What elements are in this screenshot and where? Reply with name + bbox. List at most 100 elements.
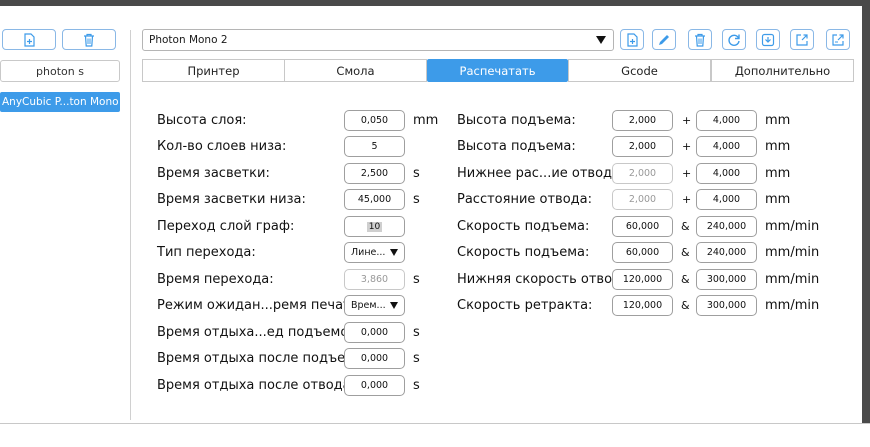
field-label: Время отдыха после подъема:: [157, 351, 368, 366]
tab-print[interactable]: Распечатать: [427, 59, 568, 82]
unit-label: mm: [765, 166, 791, 181]
profile-select[interactable]: Photon Mono 2: [142, 29, 614, 51]
lift-height-b2-input[interactable]: 4,000: [696, 136, 757, 157]
unit-label: mm/min: [765, 219, 820, 234]
tab-resin[interactable]: Смола: [284, 59, 427, 82]
ampersand-sign: &: [681, 220, 690, 233]
lift-speed-b-input[interactable]: 60,000: [612, 242, 673, 263]
edit-profile-button[interactable]: [652, 29, 676, 50]
field-label: Скорость ретракта:: [457, 298, 593, 313]
field-label: Время отдыха...ед подъемом:: [157, 325, 363, 340]
chevron-down-icon: [390, 302, 398, 309]
chevron-down-icon: [596, 36, 606, 44]
field-label: Нижнее рас...ие отвода:: [457, 166, 625, 181]
preset-name-field[interactable]: photon s: [0, 60, 120, 82]
transition-time-input[interactable]: 3,860: [344, 269, 405, 290]
lift-height-input[interactable]: 2,000: [612, 110, 673, 131]
tab-gcode[interactable]: Gcode: [568, 59, 711, 82]
import-icon: [761, 33, 775, 46]
bottom-retract-speed-input[interactable]: 120,000: [612, 269, 673, 290]
export-button[interactable]: [790, 29, 814, 50]
lift-height-b-input[interactable]: 2,000: [612, 136, 673, 157]
import-button[interactable]: [756, 29, 780, 50]
trash-icon: [84, 33, 94, 47]
exposure-time-input[interactable]: 2,500: [344, 163, 405, 184]
field-label: Высота подъема:: [457, 113, 576, 128]
lift-height-2-input[interactable]: 4,000: [696, 110, 757, 131]
window-frame-right: [862, 0, 870, 447]
ampersand-sign: &: [681, 246, 690, 259]
transition-layers-value: 10: [366, 221, 383, 232]
field-label: Скорость подъема:: [457, 245, 590, 260]
unit-label: s: [413, 378, 420, 393]
retract-speed-2-input[interactable]: 300,000: [696, 295, 757, 316]
rest-after-lift-input[interactable]: 0,000: [344, 348, 405, 369]
transition-type-select[interactable]: Лине...: [344, 242, 405, 263]
bottom-layers-input[interactable]: 5: [344, 136, 405, 157]
unit-label: mm: [765, 139, 791, 154]
field-label: Высота подъема:: [457, 139, 576, 154]
delete-preset-button[interactable]: [62, 29, 116, 50]
lift-speed-b2-input[interactable]: 240,000: [696, 242, 757, 263]
ampersand-sign: &: [681, 299, 690, 312]
rest-after-retract-input[interactable]: 0,000: [344, 375, 405, 396]
tab-advanced[interactable]: Дополнительно: [711, 59, 854, 82]
unit-label: s: [413, 325, 420, 340]
sidebar-divider: [130, 30, 131, 420]
transition-type-value: Лине...: [351, 247, 386, 258]
settings-tabs: Принтер Смола Распечатать Gcode Дополнит…: [142, 59, 854, 82]
lift-speed-2-input[interactable]: 240,000: [696, 216, 757, 237]
layer-height-input[interactable]: 0,050: [344, 110, 405, 131]
field-label: Время отдыха после отвода:: [157, 378, 356, 393]
refresh-icon: [728, 34, 740, 46]
unit-label: s: [413, 272, 420, 287]
lift-speed-input[interactable]: 60,000: [612, 216, 673, 237]
field-label: Нижняя скорость отвода:: [457, 272, 634, 287]
bottom-retract-input[interactable]: 2,000: [612, 163, 673, 184]
bottom-retract-speed-2-input[interactable]: 300,000: [696, 269, 757, 290]
refresh-button[interactable]: [722, 29, 746, 50]
unit-label: mm/min: [765, 272, 820, 287]
file-plus-icon: [627, 32, 638, 47]
field-label: Скорость подъема:: [457, 219, 590, 234]
delete-profile-button[interactable]: [688, 29, 712, 50]
plus-sign: +: [682, 167, 692, 180]
rest-before-lift-input[interactable]: 0,000: [344, 322, 405, 343]
unit-label: s: [413, 351, 420, 366]
field-label: Переход слой граф:: [157, 219, 295, 234]
plus-sign: +: [682, 193, 692, 206]
export-icon: [796, 33, 808, 46]
bottom-retract-2-input[interactable]: 4,000: [696, 163, 757, 184]
profile-select-value: Photon Mono 2: [149, 34, 228, 46]
printer-list-item[interactable]: AnyCubic P...ton Mono 2: [0, 92, 120, 112]
retract-speed-input[interactable]: 120,000: [612, 295, 673, 316]
field-label: Время перехода:: [157, 272, 274, 287]
chevron-down-icon: [390, 249, 398, 256]
unit-label: mm/min: [765, 298, 820, 313]
tab-printer[interactable]: Принтер: [142, 59, 285, 82]
window-frame-top: [0, 0, 870, 6]
transition-layers-input[interactable]: 10: [344, 216, 405, 237]
add-preset-button[interactable]: [2, 29, 56, 50]
plus-sign: +: [682, 140, 692, 153]
window-frame-bottom: [0, 423, 870, 447]
field-label: Время засветки низа:: [157, 192, 306, 207]
export-all-button[interactable]: [826, 29, 850, 50]
field-label: Расстояние отвода:: [457, 192, 593, 207]
field-label: Высота слоя:: [157, 113, 247, 128]
ampersand-sign: &: [681, 273, 690, 286]
export-alt-icon: [832, 33, 844, 46]
unit-label: mm/min: [765, 245, 820, 260]
pencil-icon: [659, 34, 669, 45]
unit-label: s: [413, 192, 420, 207]
retract-distance-2-input[interactable]: 4,000: [696, 189, 757, 210]
new-profile-button[interactable]: [620, 29, 644, 50]
unit-label: s: [413, 166, 420, 181]
field-label: Кол-во слоев низа:: [157, 139, 287, 154]
plus-sign: +: [682, 114, 692, 127]
field-label: Время засветки:: [157, 166, 270, 181]
unit-label: mm: [765, 192, 791, 207]
wait-mode-select[interactable]: Врем...: [344, 295, 405, 316]
retract-distance-input[interactable]: 2,000: [612, 189, 673, 210]
bottom-exposure-input[interactable]: 45,000: [344, 189, 405, 210]
